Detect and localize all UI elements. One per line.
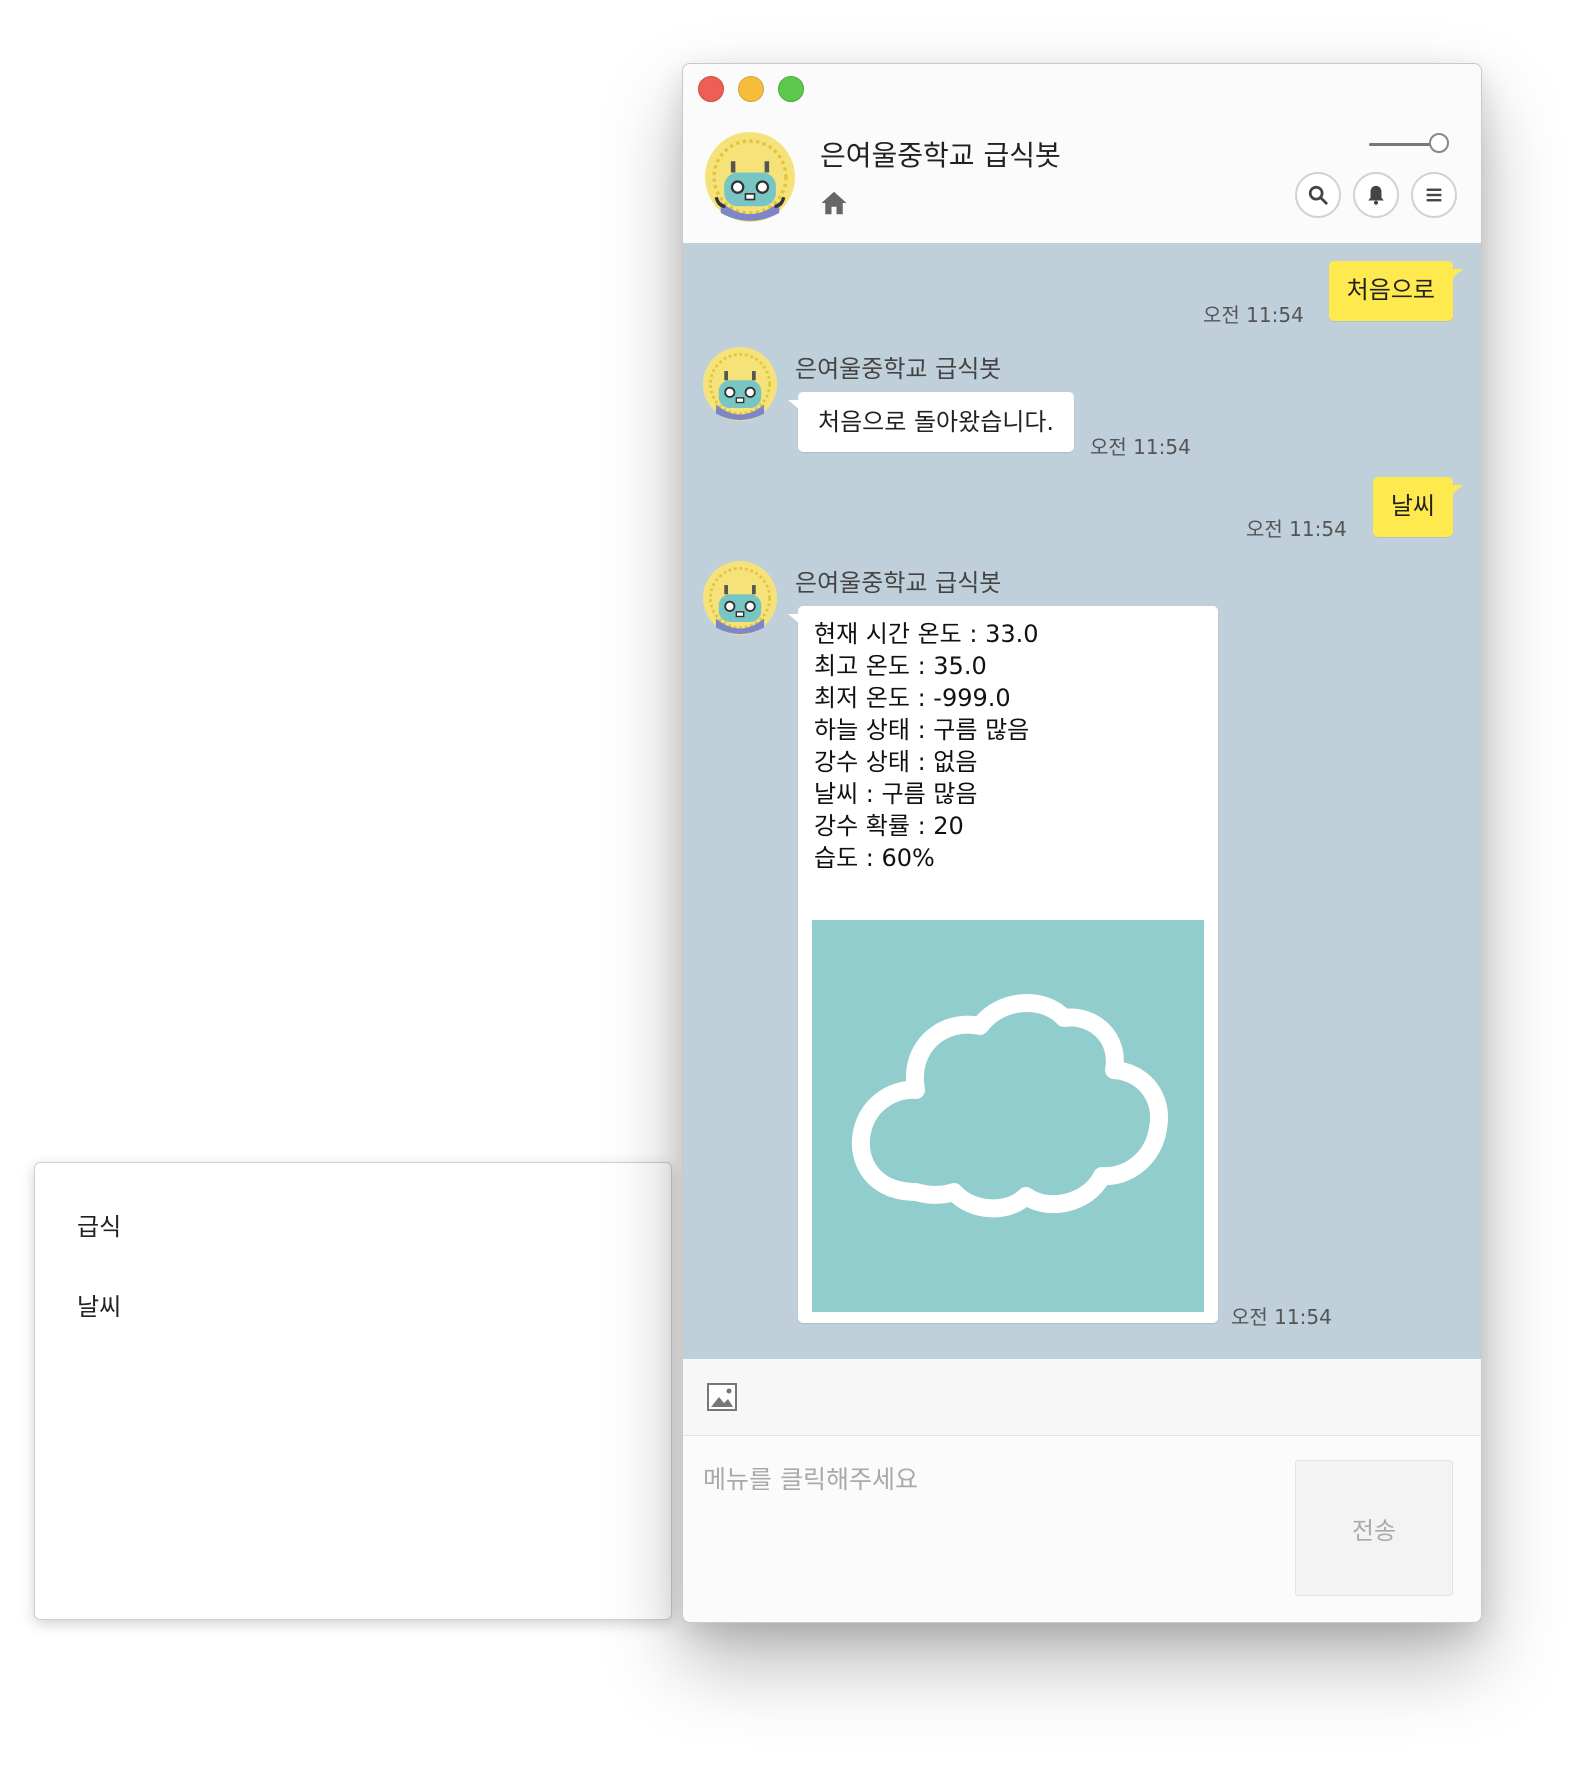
sender-name: 은여울중학교 급식봇 [795,569,1002,597]
window-maximize-button[interactable] [778,76,804,102]
image-attach-icon[interactable] [706,1381,738,1413]
menu-item-weather[interactable]: 날씨 [77,1287,121,1322]
search-button[interactable] [1295,172,1341,218]
weather-line-precip-state: 강수 상태 : 없음 [814,748,978,776]
bot-avatar-icon[interactable] [703,561,777,635]
hamburger-menu-icon [1426,188,1442,202]
chat-title: 은여울중학교 급식봇 [820,139,1061,172]
more-menu-button[interactable] [1411,172,1457,218]
quick-menu-panel: 급식 날씨 [34,1162,672,1620]
search-icon [1308,185,1328,205]
bell-icon [1368,185,1384,205]
bot-message-bubble: 처음으로 돌아왔습니다. [787,392,1075,452]
sender-name: 은여울중학교 급식봇 [795,355,1002,383]
my-message-bubble: 처음으로 [1328,261,1464,321]
opacity-slider-track[interactable] [1369,143,1431,146]
message-time: 오전 11:54 [1203,303,1304,327]
weather-info: 현재 시간 온도 : 33.0 최고 온도 : 35.0 최저 온도 : -99… [814,618,1039,874]
my-message-bubble: 날씨 [1372,477,1464,537]
message-input[interactable] [703,1459,1283,1499]
cloud-icon [851,994,1169,1218]
weather-line-min-temp: 최저 온도 : -999.0 [814,684,1011,712]
window-close-button[interactable] [698,76,724,102]
input-toolbar [683,1359,1481,1436]
message-time: 오전 11:54 [1231,1305,1332,1329]
message-list[interactable]: 오전 11:54 처음으로 은여울중학교 급식봇 처음으로 돌아왔습니다. 오전… [683,243,1481,1359]
weather-line-humidity: 습도 : 60% [814,844,935,872]
weather-line-sky: 하늘 상태 : 구름 많음 [814,716,1030,744]
weather-line-current-temp: 현재 시간 온도 : 33.0 [814,620,1039,648]
opacity-slider-handle[interactable] [1429,133,1449,153]
weather-line-weather: 날씨 : 구름 많음 [814,780,978,808]
send-button[interactable]: 전송 [1295,1460,1453,1596]
weather-image[interactable] [812,920,1204,1312]
message-time: 오전 11:54 [1090,435,1191,459]
window-minimize-button[interactable] [738,76,764,102]
bot-weather-bubble: 현재 시간 온도 : 33.0 최고 온도 : 35.0 최저 온도 : -99… [788,606,1218,1323]
bot-avatar-icon[interactable] [705,132,795,222]
weather-line-max-temp: 최고 온도 : 35.0 [814,652,987,680]
notification-button[interactable] [1353,172,1399,218]
home-icon[interactable] [819,188,849,218]
menu-item-meal[interactable]: 급식 [77,1207,121,1242]
message-time: 오전 11:54 [1246,517,1347,541]
chat-window: 은여울중학교 급식봇 오전 11:54 처음으로 은여울중학교 급식봇 처음으로… [682,63,1482,1623]
weather-line-precip-prob: 강수 확률 : 20 [814,812,964,840]
bot-avatar-icon[interactable] [703,347,777,421]
